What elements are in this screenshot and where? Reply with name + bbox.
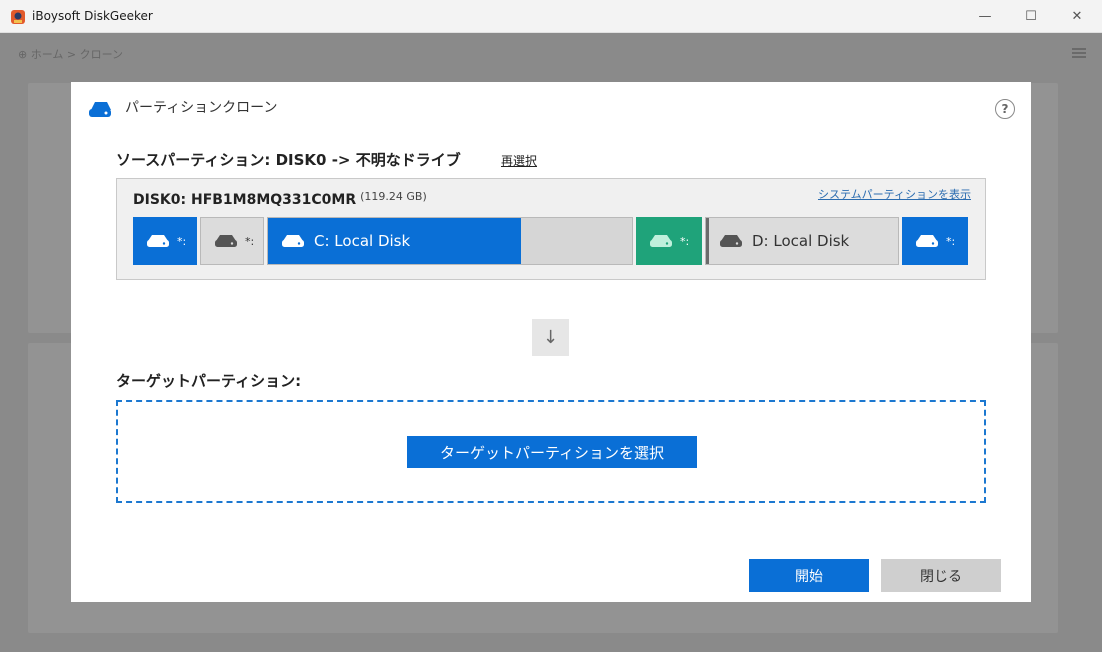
app-logo-icon [11, 10, 25, 24]
partition-block[interactable]: *: [200, 217, 264, 265]
minimize-button[interactable]: — [962, 0, 1008, 33]
reselect-link[interactable]: 再選択 [501, 152, 537, 169]
disk-clone-icon [89, 102, 111, 117]
partition-label: *: [680, 234, 690, 248]
drive-icon [215, 235, 237, 247]
close-dialog-button[interactable]: 閉じる [881, 559, 1001, 592]
partition-used-fill: C: Local Disk [268, 218, 521, 264]
drive-icon [650, 235, 672, 247]
target-drop-zone: ターゲットパーティションを選択 [116, 400, 986, 503]
dialog-title: パーティションクローン [125, 100, 278, 116]
source-partition-heading: ソースパーティション: DISK0 -> 不明なドライブ [116, 151, 461, 169]
disk-name: DISK0: HFB1M8MQ331C0MR (119.24 GB) [133, 190, 427, 208]
partition-block[interactable]: *: [902, 217, 968, 265]
partition-label: D: Local Disk [752, 232, 850, 250]
maximize-button[interactable]: ☐ [1008, 0, 1054, 33]
target-partition-heading: ターゲットパーティション: [116, 372, 302, 390]
show-system-partitions-link[interactable]: システムパーティションを表示 [818, 186, 971, 202]
title-bar: iBoysoft DiskGeeker — ☐ ✕ [0, 0, 1102, 33]
partition-label: *: [245, 234, 255, 248]
partition-free-space [521, 218, 632, 264]
partition-block[interactable]: *: [133, 217, 197, 265]
background-breadcrumb: ⊕ ホーム > クローン [18, 48, 124, 61]
start-button[interactable]: 開始 [749, 559, 869, 592]
select-target-partition-button[interactable]: ターゲットパーティションを選択 [407, 436, 697, 468]
partition-block[interactable]: *: [636, 217, 702, 265]
help-icon[interactable]: ? [995, 99, 1015, 119]
partition-used-fill [706, 218, 709, 264]
partition-block[interactable]: C: Local Disk [267, 217, 633, 265]
disk-size: (119.24 GB) [360, 190, 427, 203]
partition-block[interactable]: D: Local Disk [705, 217, 899, 265]
close-window-button[interactable]: ✕ [1054, 0, 1100, 33]
hamburger-menu-icon [1072, 48, 1086, 58]
drive-icon [916, 235, 938, 247]
partition-label: *: [946, 234, 956, 248]
app-title: iBoysoft DiskGeeker [32, 9, 153, 23]
partition-clone-dialog: パーティションクローン ? ソースパーティション: DISK0 -> 不明なドラ… [71, 82, 1031, 602]
drive-icon [282, 235, 304, 247]
disk-name-text: DISK0: HFB1M8MQ331C0MR [133, 192, 357, 208]
drive-icon [147, 235, 169, 247]
drive-icon [720, 235, 742, 247]
partition-label: *: [177, 234, 187, 248]
source-disk-panel: DISK0: HFB1M8MQ331C0MR (119.24 GB) システムパー… [116, 178, 986, 280]
arrow-down-icon: ↓ [532, 319, 569, 356]
partition-label: C: Local Disk [314, 232, 411, 250]
